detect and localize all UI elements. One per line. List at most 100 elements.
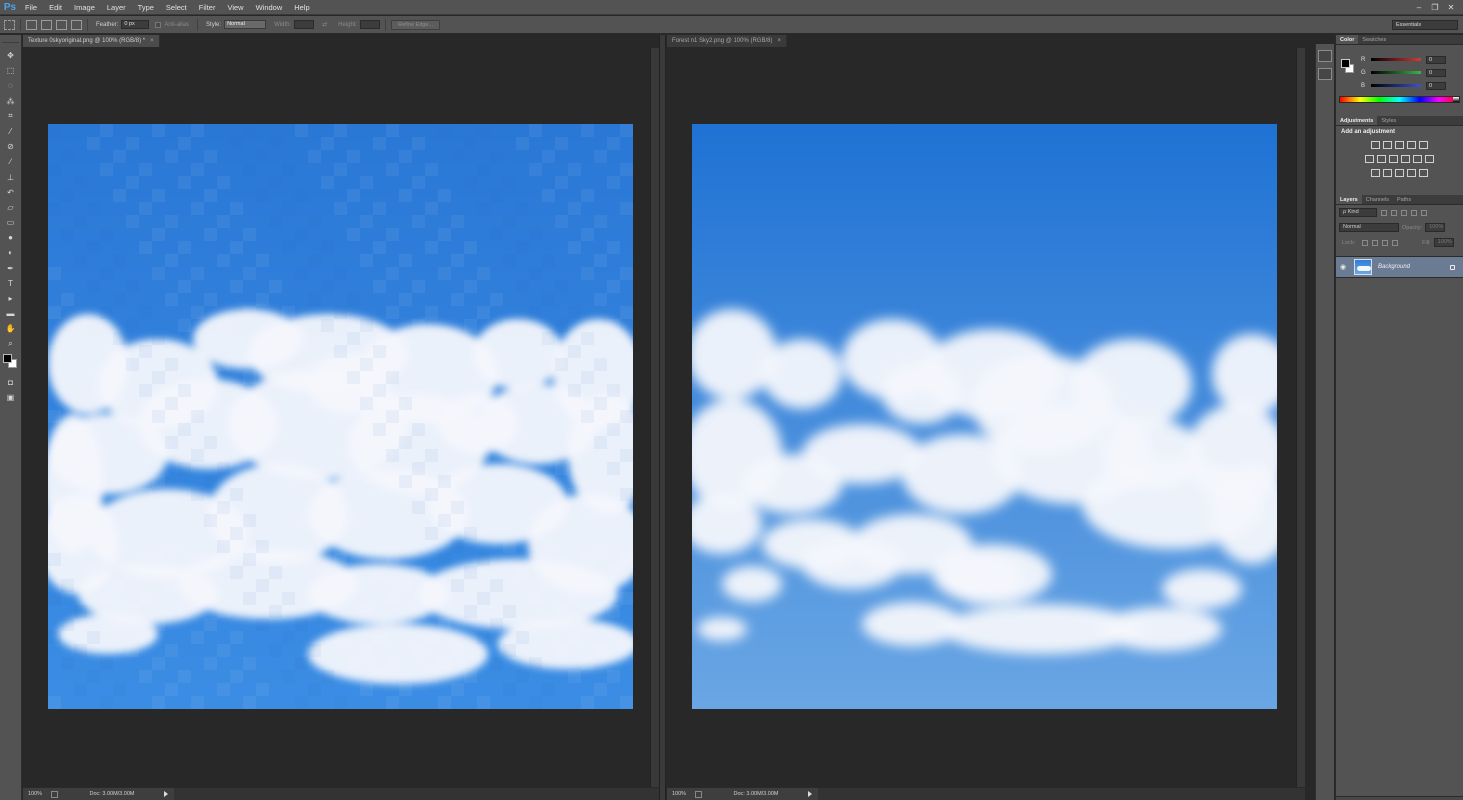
lock-pixels-icon[interactable] xyxy=(1372,239,1379,246)
blend-mode-select[interactable]: Normal xyxy=(1339,223,1399,232)
menu-view[interactable]: View xyxy=(221,0,249,15)
vertical-scrollbar[interactable] xyxy=(650,48,659,787)
filter-type-icon[interactable] xyxy=(1401,209,1407,216)
close-tab-icon[interactable]: × xyxy=(777,38,781,44)
black-white-icon[interactable] xyxy=(1389,155,1398,163)
intersect-selection-icon[interactable] xyxy=(71,19,82,30)
marquee-tool-icon[interactable]: ⬚ xyxy=(4,64,18,77)
opacity-input[interactable]: 100% xyxy=(1425,223,1446,232)
brightness-contrast-icon[interactable] xyxy=(1371,141,1380,149)
workspace-select[interactable]: Essentials xyxy=(1392,20,1458,30)
tab-styles[interactable]: Styles xyxy=(1377,116,1400,125)
subtract-selection-icon[interactable] xyxy=(56,19,67,30)
layer-kind-select[interactable]: ρ Kind xyxy=(1339,208,1377,217)
color-spectrum-bar[interactable] xyxy=(1339,96,1460,103)
blur-tool-icon[interactable]: ● xyxy=(4,231,18,244)
tab-adjustments[interactable]: Adjustments xyxy=(1336,116,1378,125)
menu-window[interactable]: Window xyxy=(250,0,289,15)
tab-color[interactable]: Color xyxy=(1336,35,1359,44)
eyedropper-tool-icon[interactable]: ⁄ xyxy=(4,125,18,138)
anti-alias-checkbox[interactable] xyxy=(155,21,162,28)
filter-adjustment-icon[interactable] xyxy=(1391,209,1397,216)
menu-filter[interactable]: Filter xyxy=(193,0,222,15)
hand-tool-icon[interactable]: ✋ xyxy=(4,322,18,335)
brush-tool-icon[interactable]: ∕ xyxy=(4,155,18,168)
hue-saturation-icon[interactable] xyxy=(1365,155,1374,163)
exposure-icon[interactable] xyxy=(1407,141,1416,149)
filter-smart-icon[interactable] xyxy=(1421,209,1427,216)
quick-select-tool-icon[interactable]: ⁂ xyxy=(4,95,18,108)
color-swatches[interactable] xyxy=(2,353,19,370)
menu-help[interactable]: Help xyxy=(288,0,315,15)
pen-tool-icon[interactable]: ✒ xyxy=(4,262,18,275)
lock-position-icon[interactable] xyxy=(1382,239,1389,246)
type-tool-icon[interactable]: T xyxy=(4,277,18,290)
gradient-tool-icon[interactable]: ▭ xyxy=(4,216,18,229)
healing-tool-icon[interactable]: ⊘ xyxy=(4,140,18,153)
vertical-scrollbar[interactable] xyxy=(1296,48,1305,787)
layer-row-background[interactable]: ◉ Background xyxy=(1336,256,1463,278)
document-tab-1[interactable]: Texture 0skyoriginal.png @ 100% (RGB/8) … xyxy=(23,35,160,47)
document-divider[interactable] xyxy=(659,35,666,800)
gradient-map-icon[interactable] xyxy=(1407,169,1416,177)
lock-transparent-icon[interactable] xyxy=(1362,239,1369,246)
move-tool-icon[interactable]: ✥ xyxy=(4,49,18,62)
horizontal-scrollbar[interactable] xyxy=(818,788,1305,800)
close-window-button[interactable]: ✕ xyxy=(1443,3,1459,12)
levels-icon[interactable] xyxy=(1383,141,1392,149)
filter-pixel-icon[interactable] xyxy=(1381,209,1387,216)
layer-name[interactable]: Background xyxy=(1378,264,1450,270)
feather-input[interactable]: 0 px xyxy=(121,20,150,29)
restore-button[interactable]: ❐ xyxy=(1427,3,1443,12)
dodge-tool-icon[interactable]: ◐ xyxy=(4,246,18,259)
invert-icon[interactable] xyxy=(1371,169,1380,177)
eye-icon[interactable]: ◉ xyxy=(1336,263,1350,271)
width-input[interactable] xyxy=(294,20,315,29)
status-icon[interactable] xyxy=(51,790,58,798)
menu-edit[interactable]: Edit xyxy=(43,0,68,15)
vibrance-icon[interactable] xyxy=(1419,141,1428,149)
status-menu-arrow-icon[interactable] xyxy=(164,791,168,797)
menu-type[interactable]: Type xyxy=(132,0,160,15)
shape-tool-icon[interactable]: ▬ xyxy=(4,307,18,320)
close-tab-icon[interactable]: × xyxy=(150,38,154,44)
panel-foreground-swatch[interactable] xyxy=(1341,59,1350,68)
screen-mode-icon[interactable]: ▣ xyxy=(4,391,18,404)
status-menu-arrow-icon[interactable] xyxy=(808,791,812,797)
blue-value-input[interactable]: 0 xyxy=(1426,81,1446,90)
status-icon[interactable] xyxy=(695,790,702,798)
clone-stamp-tool-icon[interactable]: ⊥ xyxy=(4,171,18,184)
history-panel-icon[interactable] xyxy=(1318,50,1332,62)
color-balance-icon[interactable] xyxy=(1377,155,1386,163)
swap-icon[interactable]: ⇄ xyxy=(322,21,327,28)
refine-edge-button[interactable]: Refine Edge... xyxy=(391,19,440,30)
threshold-icon[interactable] xyxy=(1395,169,1404,177)
quick-mask-icon[interactable]: ◘ xyxy=(4,376,18,389)
properties-panel-icon[interactable] xyxy=(1318,68,1332,80)
zoom-level[interactable]: 100% xyxy=(667,791,691,797)
crop-tool-icon[interactable]: ⌗ xyxy=(4,110,18,123)
document-tab-2[interactable]: Forest n1 Sky2.png @ 100% (RGB/8) × xyxy=(667,35,787,47)
new-selection-icon[interactable] xyxy=(26,19,37,30)
color-lookup-icon[interactable] xyxy=(1425,155,1434,163)
zoom-level[interactable]: 100% xyxy=(23,791,47,797)
menu-image[interactable]: Image xyxy=(68,0,101,15)
lasso-tool-icon[interactable]: ◌ xyxy=(4,79,18,92)
tools-grip[interactable] xyxy=(2,37,19,43)
document-canvas-2[interactable] xyxy=(667,48,1296,787)
red-value-input[interactable]: 0 xyxy=(1426,55,1446,64)
foreground-color-swatch[interactable] xyxy=(2,353,12,363)
red-slider[interactable] xyxy=(1371,58,1421,61)
height-input[interactable] xyxy=(360,20,381,29)
tab-channels[interactable]: Channels xyxy=(1362,195,1393,204)
document-canvas-1[interactable] xyxy=(23,48,650,787)
menu-layer[interactable]: Layer xyxy=(101,0,132,15)
green-value-input[interactable]: 0 xyxy=(1426,68,1446,77)
history-brush-tool-icon[interactable]: ↶ xyxy=(4,186,18,199)
menu-select[interactable]: Select xyxy=(160,0,193,15)
horizontal-scrollbar[interactable] xyxy=(174,788,659,800)
minimize-button[interactable]: – xyxy=(1411,3,1427,12)
green-slider[interactable] xyxy=(1371,71,1421,74)
fill-input[interactable]: 100% xyxy=(1433,238,1454,247)
photo-filter-icon[interactable] xyxy=(1401,155,1410,163)
